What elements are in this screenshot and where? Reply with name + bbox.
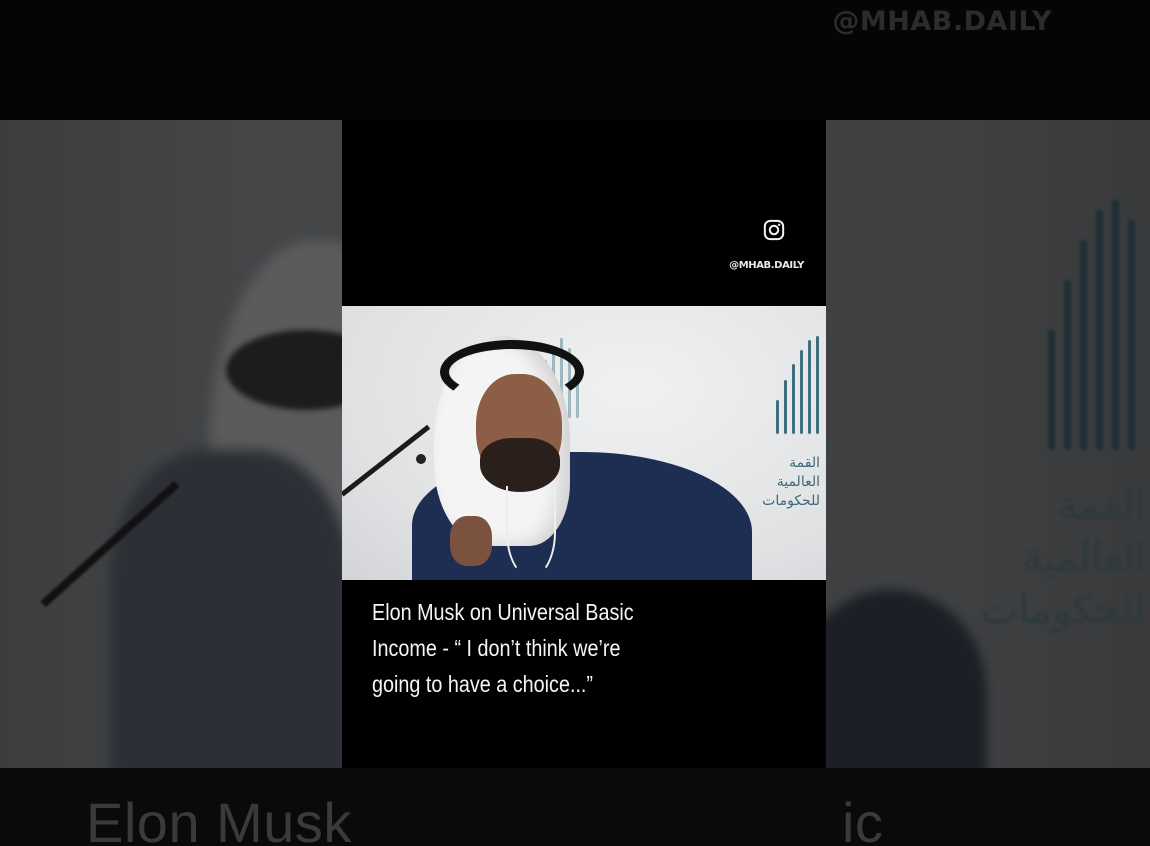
summit-logo-text: القمة العالمية للحكومات (762, 454, 820, 511)
video-caption: Elon Musk on Universal Basic Income - “ … (372, 594, 733, 702)
blurred-summit-logo: القمة العالمية للحكومات (826, 120, 1150, 768)
caption-line: Elon Musk on Universal Basic (372, 599, 634, 625)
short-video[interactable]: @MHAB.DAILY القمة العالمية للحكومات Elon… (342, 120, 826, 768)
speaker-hand (450, 516, 492, 566)
blurred-logo-line: القمة (1057, 483, 1146, 529)
caption-line: going to have a choice...” (372, 671, 594, 697)
blurred-logo-bars (1040, 190, 1150, 450)
earphone-cable (506, 486, 556, 578)
blurred-logo-line: العالمية (1022, 535, 1146, 581)
microphone-head (416, 454, 426, 464)
speaker-beard (480, 438, 560, 492)
blurred-dark-shape (826, 590, 986, 768)
channel-handle: @MHAB.DAILY (729, 260, 804, 271)
video-clip: القمة العالمية للحكومات (342, 306, 826, 580)
speaker-igal (440, 340, 584, 404)
blurred-logo-text: القمة العالمية للحكومات (981, 480, 1146, 636)
blurred-left-figure (0, 120, 342, 768)
summit-logo-bars (772, 334, 826, 434)
background-caption: Elon Musk ic (86, 790, 883, 846)
summit-logo-line: القمة (789, 455, 820, 471)
summit-logo-line: العالمية (776, 474, 820, 490)
background-caption-left: Elon Musk (86, 791, 352, 846)
instagram-icon (763, 219, 785, 241)
background-caption-right: ic (841, 791, 884, 846)
background-watermark: @MHAB.DAILY (832, 6, 1052, 37)
caption-line: Income - “ I don’t think we’re (372, 635, 621, 661)
video-frame[interactable]: @MHAB.DAILY القمة العالمية للحكومات Elon… (0, 0, 1150, 846)
blurred-logo-line: للحكومات (980, 587, 1146, 633)
summit-logo-line: للحكومات (762, 493, 820, 509)
blurred-shoulder (110, 450, 342, 768)
